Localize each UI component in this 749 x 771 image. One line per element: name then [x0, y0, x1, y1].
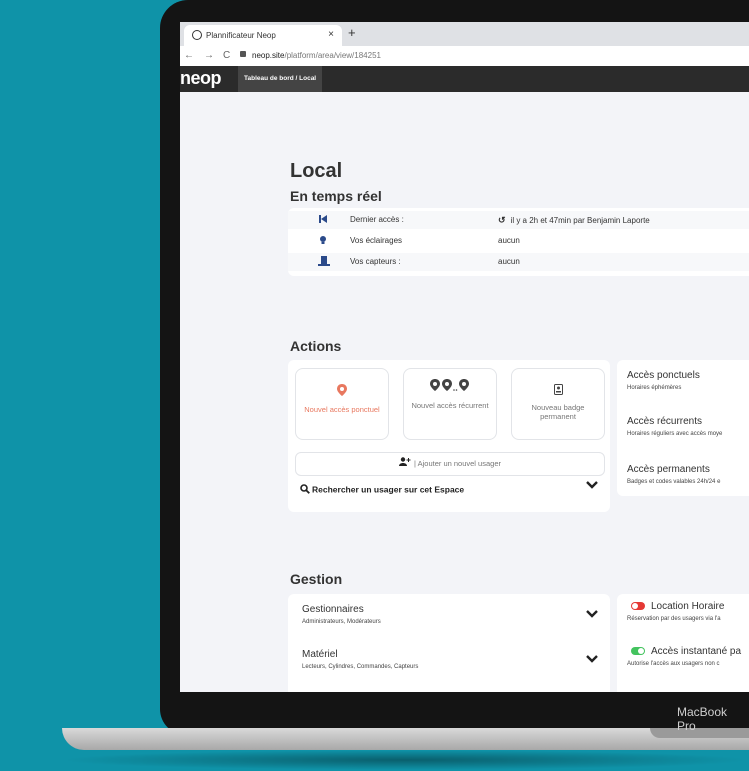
history-icon: ↺: [498, 215, 506, 225]
section-title-realtime: En temps réel: [290, 188, 382, 204]
section-title-actions: Actions: [290, 338, 342, 354]
screen: Plannificateur Neop × + ← → C neop.site/…: [180, 22, 749, 692]
search-icon: [300, 484, 310, 496]
tile-label: Nouvel accès ponctuel: [304, 405, 380, 414]
access-type-title[interactable]: Accès permanents: [627, 464, 710, 475]
access-types-card: Accès ponctuels Horaires éphémères Accès…: [617, 360, 749, 496]
realtime-card: Dernier accès : ↺ il y a 2h et 47min par …: [288, 208, 749, 276]
forward-button[interactable]: →: [204, 50, 214, 61]
search-user-label: Rechercher un usager sur cet Espace: [312, 484, 465, 495]
chevron-down-icon[interactable]: [586, 609, 598, 621]
new-permanent-badge-button[interactable]: Nouveau badge permanent: [511, 368, 605, 440]
realtime-label: Vos capteurs :: [350, 257, 401, 266]
location-horaire-toggle[interactable]: [631, 602, 645, 610]
realtime-row: Vos capteurs : aucun: [288, 253, 749, 271]
badge-icon: [512, 384, 604, 398]
realtime-row: Vos éclairages aucun: [288, 232, 749, 250]
gestion-item-subtitle: Administrateurs, Modérateurs: [302, 619, 381, 625]
search-user-toggle[interactable]: Rechercher un usager sur cet Espace: [300, 484, 464, 496]
tab-title: Plannificateur Neop: [206, 31, 276, 40]
realtime-value: aucun: [498, 236, 520, 245]
new-tab-button[interactable]: +: [348, 25, 356, 40]
url-domain: neop.site: [252, 51, 285, 60]
app-header: neop Tableau de bord / Local: [180, 66, 749, 92]
access-type-subtitle: Horaires réguliers avec accès moye: [627, 431, 723, 437]
logo[interactable]: neop: [180, 68, 222, 89]
multi-pin-icon: [404, 379, 496, 394]
realtime-label: Vos éclairages: [350, 236, 403, 245]
realtime-row: Dernier accès : ↺ il y a 2h et 47min par …: [288, 211, 749, 229]
door-sensor-icon: [318, 256, 330, 266]
breadcrumb[interactable]: Tableau de bord / Local: [238, 66, 323, 92]
map-pin-icon: [296, 384, 388, 399]
back-button[interactable]: ←: [184, 50, 194, 61]
url-field[interactable]: neop.site/platform/area/view/184251: [252, 51, 381, 60]
tile-label: Nouvel accès récurrent: [411, 401, 489, 410]
chevron-down-icon[interactable]: [586, 654, 598, 666]
new-punctual-access-button[interactable]: Nouvel accès ponctuel: [295, 368, 389, 440]
options-card: Location Horaire Réservation par des usa…: [617, 594, 749, 692]
gestion-item-title[interactable]: Matériel: [302, 649, 338, 660]
toggle-knob: [632, 603, 638, 609]
reload-button[interactable]: C: [223, 50, 230, 61]
tile-label: Nouveau badge permanent: [531, 403, 585, 421]
section-title-gestion: Gestion: [290, 571, 343, 587]
access-type-title[interactable]: Accès récurrents: [627, 416, 702, 427]
realtime-value: ↺ il y a 2h et 47min par Benjamin Laporte: [498, 215, 650, 226]
address-bar: ← → C neop.site/platform/area/view/18425…: [180, 46, 749, 67]
realtime-value: aucun: [498, 257, 520, 266]
gestion-item-title[interactable]: Gestionnaires: [302, 604, 364, 615]
last-access-text: il y a 2h et 47min par Benjamin Laporte: [510, 216, 650, 225]
realtime-label: Dernier accès :: [350, 215, 404, 224]
tab-favicon-icon: [192, 30, 202, 40]
laptop-base: [62, 728, 749, 750]
lightbulb-icon: [318, 235, 328, 245]
add-user-button[interactable]: | Ajouter un nouvel usager: [295, 452, 605, 476]
instant-access-toggle[interactable]: [631, 647, 645, 655]
actions-card: Nouvel accès ponctuel Nouvel accès récur…: [288, 360, 610, 512]
url-path: /platform/area/view/184251: [284, 51, 381, 60]
access-type-subtitle: Badges et codes valables 24h/24 e: [627, 479, 721, 485]
skip-back-icon: [318, 214, 328, 224]
option-title: Location Horaire: [651, 601, 725, 612]
page-title: Local: [290, 160, 343, 182]
device-brand: MacBook Pro: [677, 705, 728, 733]
add-user-icon: [398, 453, 411, 475]
close-icon[interactable]: ×: [328, 29, 334, 40]
toggle-knob: [638, 648, 644, 654]
add-user-label: | Ajouter un nouvel usager: [413, 459, 501, 468]
new-recurring-access-button[interactable]: Nouvel accès récurrent: [403, 368, 497, 440]
option-subtitle: Autorise l'accès aux usagers non c: [627, 661, 720, 667]
chevron-down-icon[interactable]: [586, 480, 598, 492]
browser-tab[interactable]: Plannificateur Neop ×: [184, 25, 342, 46]
browser-tabbar: Plannificateur Neop × +: [180, 22, 749, 46]
gestion-card: Gestionnaires Administrateurs, Modérateu…: [288, 594, 610, 692]
laptop-shadow: [60, 750, 749, 770]
access-type-title[interactable]: Accès ponctuels: [627, 370, 700, 381]
access-type-subtitle: Horaires éphémères: [627, 385, 682, 391]
option-title: Accès instantané pa: [651, 646, 742, 657]
option-subtitle: Réservation par des usagers via l'a: [627, 616, 721, 622]
lock-icon: [240, 51, 246, 57]
gestion-item-subtitle: Lecteurs, Cylindres, Commandes, Capteurs: [302, 664, 419, 670]
